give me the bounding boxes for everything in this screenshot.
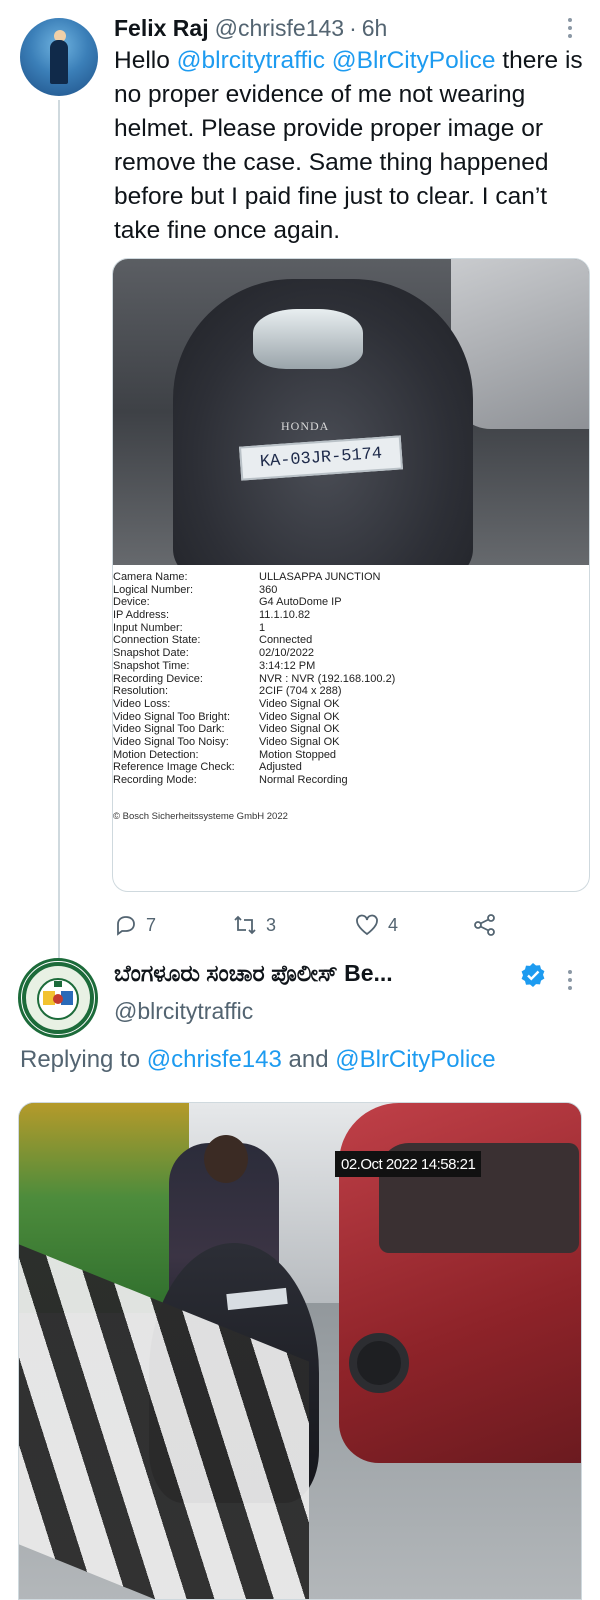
avatar[interactable]: [20, 18, 98, 96]
metadata-row: Camera Name: ULLASAPPA JUNCTION: [113, 571, 589, 584]
metadata-value: 11.1.10.82: [259, 609, 311, 622]
verified-badge-icon: [521, 963, 545, 987]
more-icon[interactable]: [560, 14, 580, 42]
metadata-key: Video Signal Too Noisy:: [113, 735, 229, 748]
mention-link[interactable]: @BlrCityPolice: [332, 47, 496, 74]
metadata-key: Logical Number:: [113, 583, 194, 596]
mention-link[interactable]: @chrisfe143: [147, 1046, 282, 1073]
metadata-value: 2CIF (704 x 288): [259, 685, 342, 698]
metadata-value: G4 AutoDome IP: [259, 596, 342, 609]
reply-count: 7: [146, 914, 157, 935]
share-icon: [474, 914, 495, 936]
metadata-value: Adjusted: [259, 761, 302, 774]
reply-button[interactable]: 7: [114, 910, 156, 940]
metadata-value: 360: [259, 583, 278, 596]
metadata-value: Normal Recording: [259, 774, 348, 786]
retweet-count: 3: [266, 914, 277, 935]
tweet-media[interactable]: 02.Oct 2022 14:58:21: [18, 1102, 582, 1600]
text-body: there is no proper evidence of me not we…: [114, 47, 583, 244]
brand-text: HONDA: [281, 419, 330, 433]
metadata-value: Connected: [259, 634, 313, 647]
metadata-key: Video Signal Too Dark:: [113, 723, 225, 736]
police-logo-icon: [22, 962, 94, 1034]
like-icon: [356, 914, 378, 936]
like-count: 4: [388, 914, 399, 935]
metadata-row: Snapshot Date: 02/10/2022: [113, 647, 589, 660]
user-handle[interactable]: @blrcitytraffic: [114, 998, 253, 1025]
scooter-photo: HONDA KA-03JR-5174: [113, 259, 589, 565]
metadata-value: 1: [259, 621, 266, 634]
retweet-icon: [234, 915, 256, 935]
share-button[interactable]: [472, 910, 498, 940]
metadata-value: Video Signal OK: [259, 710, 340, 723]
metadata-key: Recording Mode:: [113, 774, 197, 786]
metadata-key: Resolution:: [113, 685, 169, 698]
metadata-value: Video Signal OK: [259, 697, 340, 710]
metadata-value: Motion Stopped: [259, 748, 337, 761]
metadata-key: Recording Device:: [113, 672, 203, 685]
display-name[interactable]: ಬೆಂಗಳೂರು ಸಂಚಾರ ಪೊಲೀಸ್ Be...: [114, 960, 514, 996]
metadata-row: Motion Detection: Motion Stopped: [113, 748, 589, 762]
avatar[interactable]: [18, 958, 98, 1038]
mention-space: [325, 47, 332, 74]
metadata-row: Input Number: 1: [113, 621, 589, 635]
metadata-row: Logical Number: 360: [113, 583, 589, 597]
metadata-row: Reference Image Check: Adjusted: [113, 761, 589, 774]
metadata-key: IP Address:: [113, 609, 170, 622]
metadata-value: Video Signal OK: [259, 723, 340, 736]
tweet-header: Felix Raj @chrisfe143 · 6h: [114, 12, 584, 44]
tweet-time[interactable]: 6h: [362, 15, 388, 42]
separator: ·: [349, 14, 357, 41]
metadata-key: Snapshot Time:: [113, 659, 190, 672]
more-icon[interactable]: [560, 966, 580, 994]
copyright-text: © Bosch Sicherheitssysteme GmbH 2022: [113, 811, 288, 822]
camera-timestamp: 02.Oct 2022 14:58:21: [335, 1151, 482, 1177]
replying-to: Replying to @chrisfe143 and @BlrCityPoli…: [20, 1046, 496, 1074]
metadata-key: Input Number:: [113, 621, 183, 634]
metadata-row: Snapshot Time: 3:14:12 PM: [113, 659, 589, 673]
replying-prefix: Replying to: [20, 1046, 147, 1073]
metadata-key: Connection State:: [113, 634, 201, 647]
display-name[interactable]: Felix Raj: [114, 15, 209, 42]
metadata-key: Snapshot Date:: [113, 647, 189, 660]
retweet-button[interactable]: 3: [232, 910, 276, 940]
like-button[interactable]: 4: [354, 910, 398, 940]
metadata-value: Video Signal OK: [259, 735, 340, 748]
mention-link[interactable]: @BlrCityPolice: [335, 1046, 495, 1073]
thread-line: [58, 100, 60, 970]
metadata-row: Resolution: 2CIF (704 x 288): [113, 685, 589, 698]
metadata-key: Video Signal Too Bright:: [113, 710, 231, 723]
metadata-row: Video Signal Too Bright: Video Signal OK: [113, 710, 589, 724]
metadata-row: Recording Mode: Normal Recording: [113, 774, 589, 787]
tweet-media[interactable]: HONDA KA-03JR-5174 Camera Name: ULLASAPPA…: [112, 258, 590, 892]
metadata-key: Video Loss:: [113, 697, 171, 710]
camera-metadata: Camera Name: ULLASAPPA JUNCTION Logical Nu…: [113, 571, 589, 787]
metadata-value: 02/10/2022: [259, 647, 315, 660]
metadata-value: 3:14:12 PM: [259, 659, 316, 672]
metadata-key: Motion Detection:: [113, 748, 199, 761]
metadata-value: ULLASAPPA JUNCTION: [259, 571, 381, 583]
metadata-row: Device: G4 AutoDome IP: [113, 596, 589, 609]
metadata-key: Device:: [113, 596, 150, 609]
replying-and: and: [281, 1046, 336, 1073]
user-handle[interactable]: @chrisfe143: [215, 15, 344, 42]
reply-icon: [117, 916, 135, 936]
metadata-key: Reference Image Check:: [113, 761, 235, 774]
mention-link[interactable]: @blrcitytraffic: [177, 47, 325, 74]
metadata-row: Video Loss: Video Signal OK: [113, 697, 589, 711]
metadata-row: Connection State: Connected: [113, 634, 589, 647]
tweet-text: Hello @blrcitytraffic @BlrCityPolice the…: [114, 44, 584, 248]
metadata-row: Video Signal Too Dark: Video Signal OK: [113, 723, 589, 736]
metadata-key: Camera Name:: [113, 571, 188, 583]
text-prefix: Hello: [114, 47, 177, 74]
metadata-row: Recording Device: NVR : NVR (192.168.100.…: [113, 672, 589, 686]
metadata-value: NVR : NVR (192.168.100.2): [259, 672, 396, 685]
metadata-row: Video Signal Too Noisy: Video Signal OK: [113, 735, 589, 749]
tweet-actions: 7 3 4: [114, 910, 554, 940]
metadata-row: IP Address: 11.1.10.82: [113, 609, 589, 622]
